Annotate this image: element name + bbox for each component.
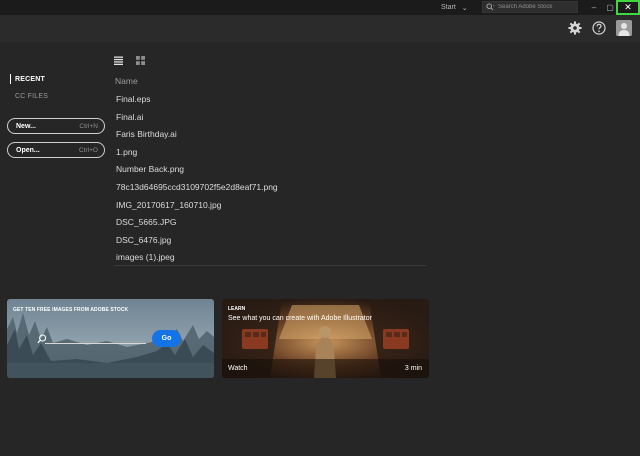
stock-search-input[interactable] xyxy=(498,2,577,12)
workspace-label: Start xyxy=(441,4,456,11)
help-button[interactable] xyxy=(591,20,607,36)
divider xyxy=(114,265,426,266)
user-icon xyxy=(616,20,632,36)
video-duration: 3 min xyxy=(404,365,422,372)
minimize-button[interactable]: – xyxy=(586,0,602,14)
sidebar-item-cc-files[interactable]: CC FILES xyxy=(15,93,48,100)
file-row[interactable]: Number Back.png xyxy=(116,163,436,181)
open-button-label: Open... xyxy=(16,146,40,154)
new-button-shortcut: Ctrl+N xyxy=(79,122,98,130)
grid-view-icon[interactable] xyxy=(136,56,145,65)
file-row[interactable]: 78c13d64695ccd3109702f5e2d8eaf71.png xyxy=(116,181,436,199)
close-button[interactable]: ✕ xyxy=(616,0,640,15)
go-button[interactable]: Go xyxy=(152,330,181,347)
recent-file-list: Final.eps Final.ai Faris Birthday.ai 1.p… xyxy=(116,93,436,269)
active-indicator xyxy=(10,74,11,84)
file-row[interactable]: images (1).jpeg xyxy=(116,251,436,269)
avatar[interactable] xyxy=(616,20,632,36)
stock-search-box[interactable] xyxy=(482,1,578,13)
new-button[interactable]: New... Ctrl+N xyxy=(7,118,105,134)
stock-search-field[interactable] xyxy=(45,343,146,344)
file-row[interactable]: Faris Birthday.ai xyxy=(116,128,436,146)
list-view-icon[interactable] xyxy=(114,56,123,65)
column-header-name[interactable]: Name xyxy=(115,76,138,86)
header-bar xyxy=(0,15,640,42)
open-button[interactable]: Open... Ctrl+O xyxy=(7,142,105,158)
new-button-label: New... xyxy=(16,122,36,130)
watch-link[interactable]: Watch xyxy=(228,365,248,372)
file-row[interactable]: IMG_20170617_160710.jpg xyxy=(116,199,436,217)
chevron-down-icon: ⌄ xyxy=(461,4,468,12)
workspace-switcher[interactable]: Start ⌄ xyxy=(441,1,468,14)
learn-card-tag: LEARN xyxy=(228,306,246,312)
search-icon xyxy=(486,3,495,11)
file-row[interactable]: Final.ai xyxy=(116,111,436,129)
file-row[interactable]: 1.png xyxy=(116,146,436,164)
gear-icon xyxy=(568,21,582,35)
stock-card-title: GET TEN FREE IMAGES FROM ADOBE STOCK xyxy=(13,307,129,313)
open-button-shortcut: Ctrl+O xyxy=(79,146,98,154)
help-icon xyxy=(592,21,606,35)
file-row[interactable]: DSC_5665.JPG xyxy=(116,216,436,234)
settings-button[interactable] xyxy=(567,20,583,36)
file-row[interactable]: DSC_6476.jpg xyxy=(116,234,436,252)
learn-card-title: See what you can create with Adobe Illus… xyxy=(228,315,372,322)
learn-card[interactable]: LEARN See what you can create with Adobe… xyxy=(222,299,429,378)
sidebar-item-recent[interactable]: RECENT xyxy=(15,76,45,83)
file-row[interactable]: Final.eps xyxy=(116,93,436,111)
cockpit-image xyxy=(222,299,429,378)
